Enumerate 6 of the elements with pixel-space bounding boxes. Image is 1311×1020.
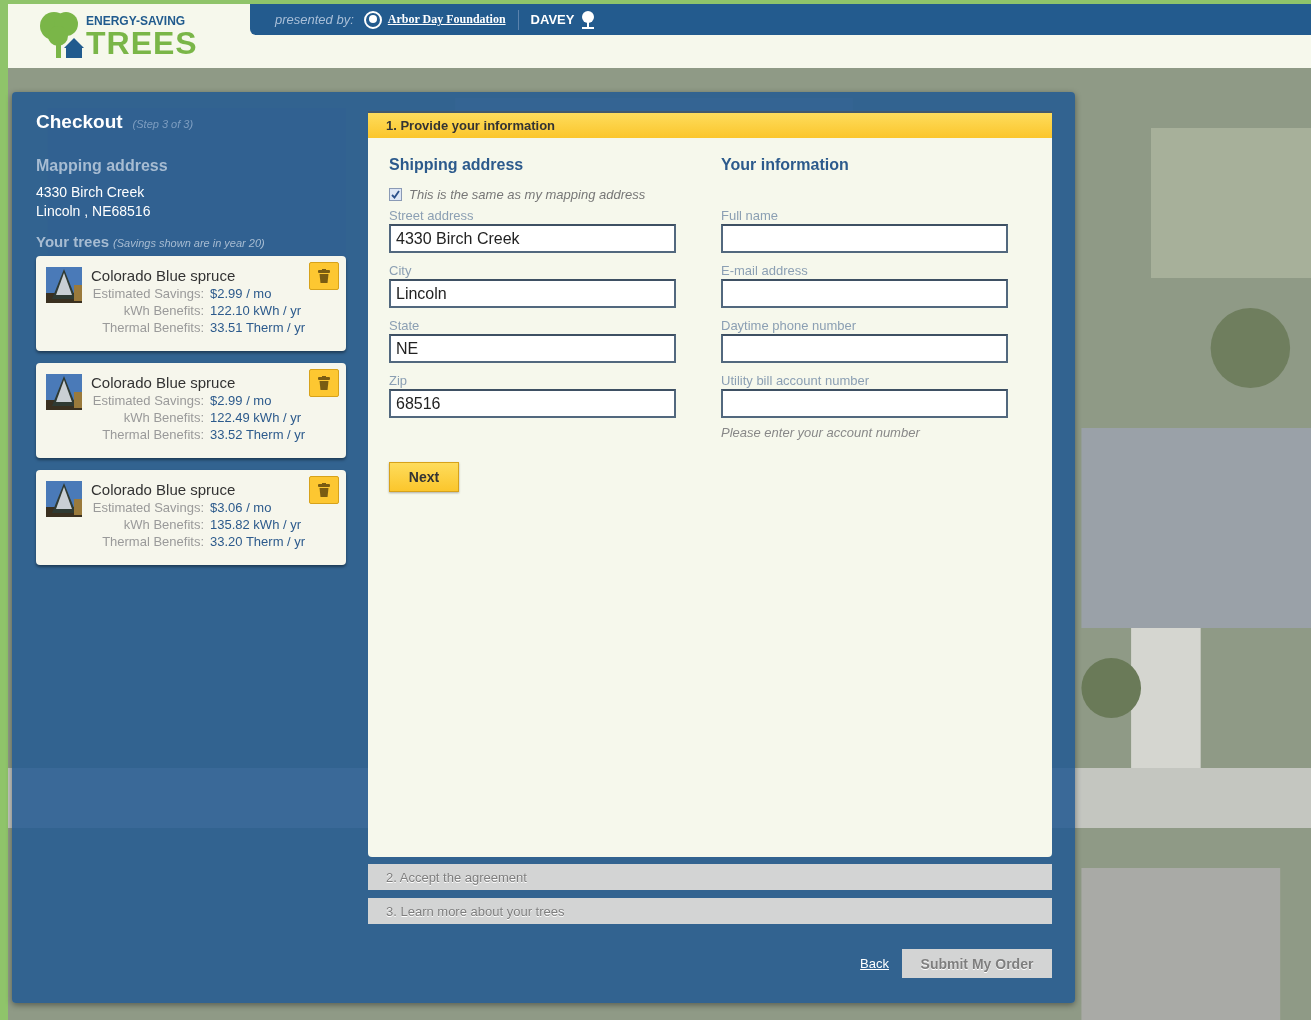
logo-subtitle: ENERGY-SAVING: [86, 14, 187, 28]
logo-title: TREES: [86, 28, 198, 58]
sponsor-name[interactable]: DAVEY: [530, 12, 575, 27]
tree-icon: [580, 10, 597, 29]
presented-by-label: presented by:: [275, 12, 354, 27]
sponsor-name[interactable]: Arbor Day Foundation: [387, 12, 506, 27]
